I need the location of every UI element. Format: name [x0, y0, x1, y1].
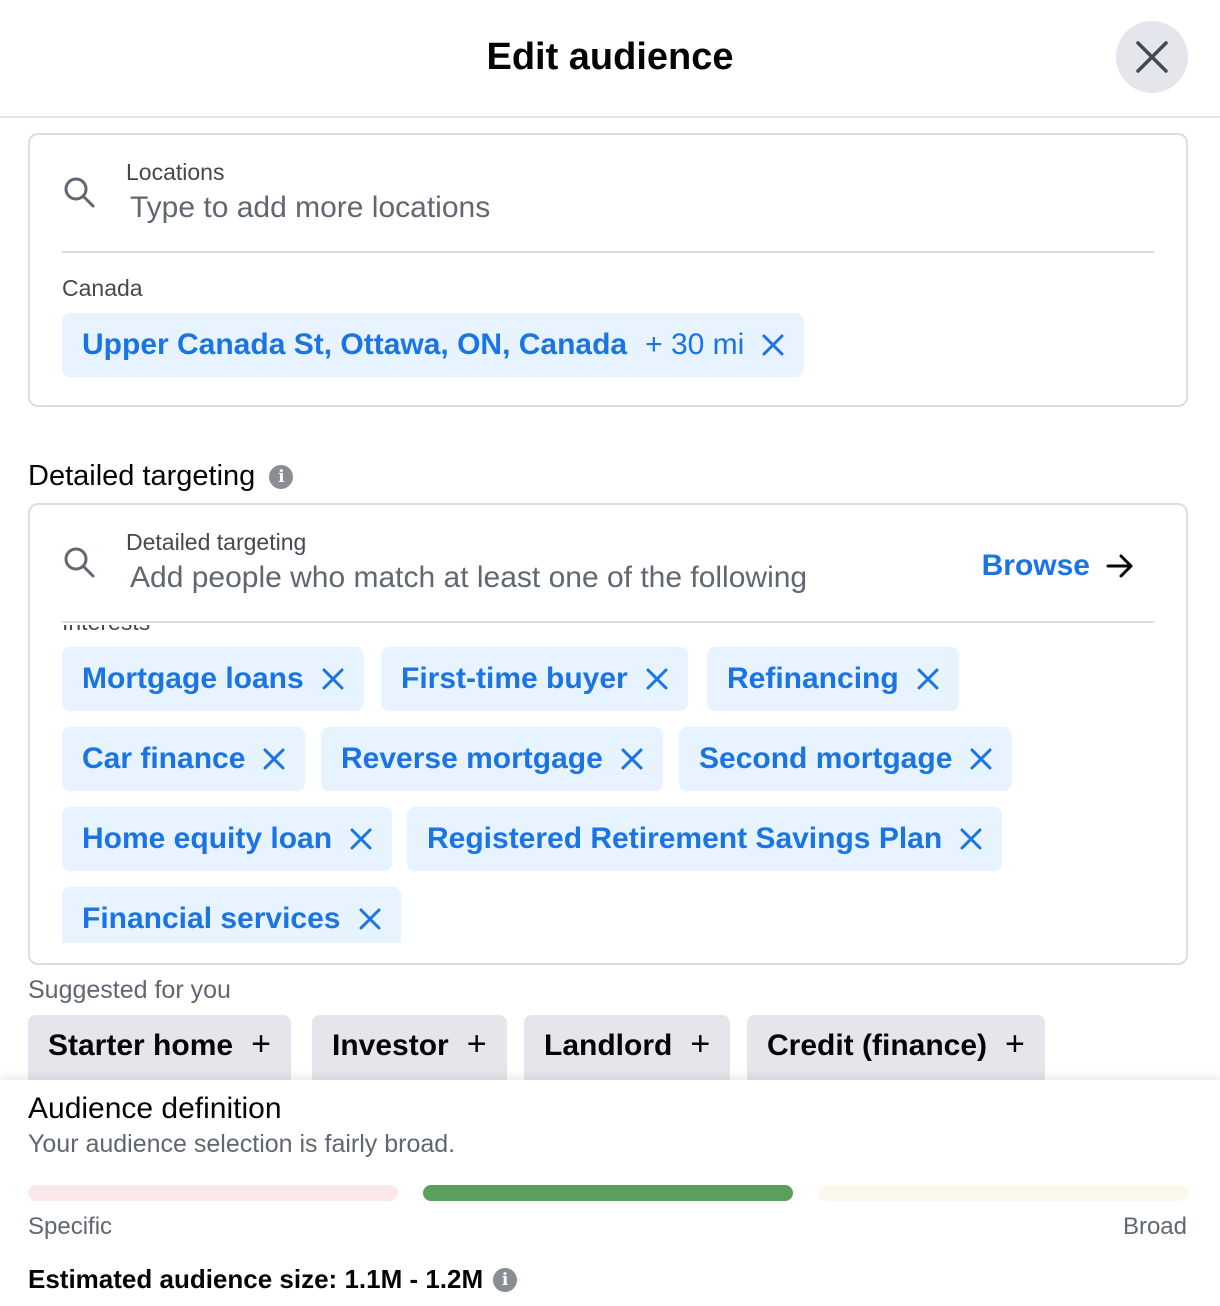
interest-label: Second mortgage: [699, 742, 953, 775]
detailed-targeting-card: Detailed targeting Browse Interests Mort…: [28, 503, 1188, 965]
meter-specific-segment: [28, 1185, 398, 1201]
remove-interest-icon[interactable]: [263, 748, 285, 770]
suggested-chip[interactable]: Starter home +: [28, 1015, 291, 1080]
locations-input[interactable]: [130, 191, 890, 225]
remove-interest-icon[interactable]: [960, 828, 982, 850]
interest-chip[interactable]: Financial services: [62, 887, 401, 943]
interest-chip[interactable]: Refinancing: [707, 647, 959, 711]
audience-definition-panel: Audience definition Your audience select…: [0, 1080, 1220, 1306]
estimated-audience-size: Estimated audience size: 1.1M - 1.2M i: [28, 1264, 518, 1295]
interest-label: Reverse mortgage: [341, 742, 603, 775]
suggested-chip[interactable]: Landlord +: [524, 1015, 731, 1080]
search-icon: [64, 177, 95, 208]
detailed-targeting-label: Detailed targeting: [126, 529, 307, 555]
meter-broad-segment: [818, 1185, 1188, 1201]
remove-interest-icon[interactable]: [621, 748, 643, 770]
interest-label: Registered Retirement Savings Plan: [427, 822, 943, 855]
browse-button[interactable]: Browse: [982, 549, 1134, 583]
plus-icon: +: [1005, 1025, 1025, 1063]
suggested-label: Credit (finance): [767, 1029, 988, 1062]
suggested-chip[interactable]: Investor +: [312, 1015, 507, 1080]
location-group-label: Canada: [62, 275, 143, 301]
detailed-targeting-heading: Detailed targeting i: [28, 460, 294, 493]
meter-active-segment: [423, 1185, 793, 1201]
dialog-body[interactable]: Locations Canada Upper Canada St, Ottawa…: [0, 120, 1220, 1080]
locations-card: Locations Canada Upper Canada St, Ottawa…: [28, 133, 1188, 407]
remove-interest-icon[interactable]: [350, 828, 372, 850]
detailed-targeting-input[interactable]: [130, 561, 890, 595]
interest-chip-clip: Financial services: [62, 887, 662, 943]
remove-interest-icon[interactable]: [917, 668, 939, 690]
audience-definition-description: Your audience selection is fairly broad.: [28, 1130, 456, 1158]
interest-chip[interactable]: Second mortgage: [679, 727, 1013, 791]
plus-icon: +: [251, 1025, 271, 1063]
remove-interest-icon[interactable]: [646, 668, 668, 690]
interests-label-clip: Interests: [62, 625, 462, 635]
remove-interest-icon[interactable]: [970, 748, 992, 770]
interest-label: Car finance: [82, 742, 246, 775]
locations-search[interactable]: Locations: [62, 135, 1154, 253]
specific-label: Specific: [28, 1213, 113, 1240]
dialog-title: Edit audience: [486, 36, 734, 78]
audience-definition-title: Audience definition: [28, 1092, 282, 1125]
suggested-label: Landlord: [544, 1029, 673, 1062]
locations-label: Locations: [126, 159, 225, 185]
interest-chip[interactable]: Registered Retirement Savings Plan: [407, 807, 1003, 871]
info-icon[interactable]: i: [269, 465, 294, 490]
interest-chip[interactable]: Mortgage loans: [62, 647, 364, 711]
suggested-label: Starter home: [48, 1029, 234, 1062]
plus-icon: +: [466, 1025, 487, 1063]
close-button[interactable]: [1116, 21, 1188, 93]
suggested-label: Investor: [332, 1029, 449, 1062]
suggested-chip[interactable]: Credit (finance) +: [747, 1015, 1045, 1080]
arrow-right-icon: [1106, 554, 1134, 578]
interest-label: First-time buyer: [401, 662, 628, 695]
interest-label: Mortgage loans: [82, 662, 304, 695]
interest-chip[interactable]: Home equity loan: [62, 807, 393, 871]
remove-location-icon[interactable]: [762, 334, 784, 356]
interest-chip[interactable]: Car finance: [62, 727, 306, 791]
estimated-size-text: Estimated audience size: 1.1M - 1.2M: [28, 1264, 484, 1294]
interest-label: Financial services: [82, 902, 341, 935]
location-radius[interactable]: + 30 mi: [645, 328, 744, 362]
interest-label: Refinancing: [727, 662, 899, 695]
browse-label: Browse: [981, 549, 1090, 582]
interest-chip[interactable]: First-time buyer: [381, 647, 688, 711]
location-name: Upper Canada St, Ottawa, ON, Canada: [82, 328, 628, 361]
remove-interest-icon[interactable]: [359, 908, 381, 930]
interest-chip[interactable]: Reverse mortgage: [321, 727, 663, 791]
location-chip[interactable]: Upper Canada St, Ottawa, ON, Canada + 30…: [62, 313, 805, 377]
interest-label: Home equity loan: [82, 822, 333, 855]
detailed-targeting-title: Detailed targeting: [28, 460, 256, 492]
plus-icon: +: [690, 1025, 711, 1063]
search-icon: [64, 547, 95, 578]
close-icon: [1136, 41, 1168, 73]
broad-label: Broad: [1122, 1213, 1187, 1240]
interests-label: Interests: [62, 625, 150, 635]
suggested-title: Suggested for you: [28, 976, 231, 1004]
info-icon[interactable]: i: [493, 1267, 518, 1292]
remove-interest-icon[interactable]: [322, 668, 344, 690]
dialog-header: Edit audience: [0, 0, 1220, 118]
